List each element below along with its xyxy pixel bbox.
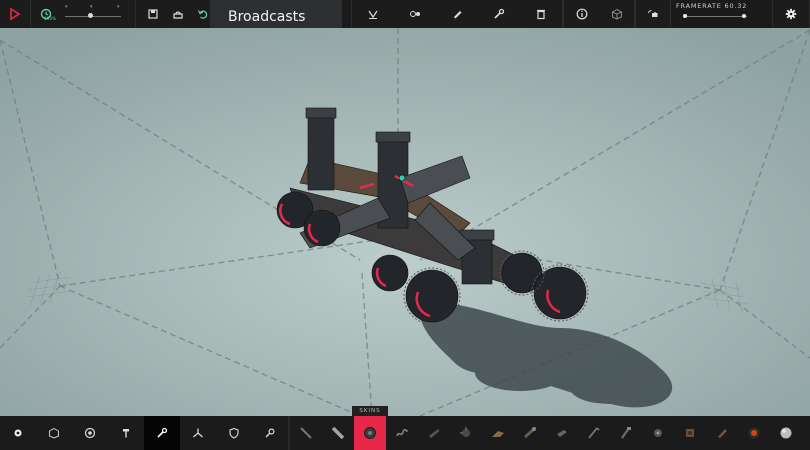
- wrench-tool-icon: [157, 427, 168, 438]
- trash-icon: [537, 9, 545, 20]
- slider-tick: ▾: [90, 4, 93, 10]
- cube-view-button[interactable]: [606, 0, 628, 28]
- simulation-speed-segment: ▾ ▾ ▾: [31, 0, 136, 28]
- block-spring[interactable]: [386, 416, 418, 450]
- wrench-button[interactable]: [488, 0, 510, 28]
- cube-tool-icon: [49, 427, 59, 439]
- slider-track: [65, 16, 121, 17]
- undo-icon: [198, 10, 208, 19]
- save-button[interactable]: [142, 0, 164, 28]
- sim-speed-label: 100%: [44, 16, 57, 21]
- hammer-tool-button[interactable]: [108, 416, 144, 450]
- wheel-block-icon: [364, 427, 376, 439]
- key-tool-icon: [265, 428, 275, 438]
- load-icon: [173, 11, 183, 19]
- block-grabber[interactable]: [450, 416, 482, 450]
- broadcast-label: Broadcasts: [228, 9, 306, 25]
- flamethrower-block-icon: [621, 427, 631, 439]
- block-flamethrower[interactable]: [610, 416, 642, 450]
- block-sphere[interactable]: [770, 416, 802, 450]
- block-cannon[interactable]: [418, 416, 450, 450]
- rod-block-icon: [300, 427, 312, 439]
- axes-tool-icon: [193, 428, 203, 438]
- target-tool-icon: [84, 427, 96, 439]
- cannon-block-icon: [429, 429, 440, 438]
- framerate-slider-track[interactable]: [683, 16, 747, 17]
- ball-block-icon: [748, 427, 760, 439]
- key-tool-button[interactable]: [252, 416, 288, 450]
- block-crossbow[interactable]: [482, 416, 514, 450]
- block-wheel[interactable]: [354, 416, 386, 450]
- shield-tool-button[interactable]: [216, 416, 252, 450]
- block-winch[interactable]: [674, 416, 706, 450]
- camera-button[interactable]: [642, 0, 664, 28]
- target-tool-button[interactable]: [72, 416, 108, 450]
- cube-tool-button[interactable]: [36, 416, 72, 450]
- saw-block-icon: [588, 427, 600, 439]
- mirror-icon: [368, 10, 378, 19]
- spring-block-icon: [396, 428, 408, 437]
- block-piston[interactable]: [322, 416, 354, 450]
- camera-segment: [635, 0, 671, 28]
- time-scale-button[interactable]: [35, 0, 57, 28]
- framerate-slider-knob[interactable]: [741, 14, 746, 18]
- file-segment: [136, 0, 221, 28]
- paint-icon: [454, 11, 462, 19]
- hammer-tool-icon: [123, 429, 129, 438]
- slider-tick: ▾: [65, 4, 68, 10]
- settings-segment: [772, 0, 810, 28]
- drill-block-icon: [557, 430, 567, 437]
- build-viewport[interactable]: [0, 28, 810, 417]
- axes-tool-button[interactable]: [180, 416, 216, 450]
- play-button[interactable]: [4, 0, 26, 28]
- mirror-button[interactable]: [362, 0, 384, 28]
- settings-button[interactable]: [780, 0, 802, 28]
- skins-label: SKINS: [352, 406, 388, 416]
- camera-icon: [648, 9, 658, 17]
- load-button[interactable]: [167, 0, 189, 28]
- cube-icon: [611, 8, 622, 20]
- trash-button[interactable]: [530, 0, 552, 28]
- viewport-scene: [0, 28, 810, 417]
- info-button[interactable]: [571, 0, 593, 28]
- grabber-block-icon: [460, 427, 470, 437]
- info-icon: [576, 8, 587, 20]
- center-icon: [410, 11, 420, 17]
- save-icon: [148, 9, 158, 19]
- block-bomb[interactable]: [514, 416, 546, 450]
- settings-icon: [785, 8, 797, 20]
- bottom-toolbar: [0, 416, 810, 450]
- winch-block-icon: [686, 429, 694, 437]
- time-scale-slider[interactable]: ▾ ▾ ▾: [63, 0, 123, 28]
- framerate-label: FRAMERATE: [676, 2, 722, 10]
- block-ball[interactable]: [738, 416, 770, 450]
- block-boulder[interactable]: [706, 416, 738, 450]
- wrench-icon: [494, 8, 505, 19]
- block-drill[interactable]: [546, 416, 578, 450]
- bomb-block-icon: [524, 427, 536, 439]
- block-pin[interactable]: [642, 416, 674, 450]
- block-rod[interactable]: [290, 416, 322, 450]
- framerate-slider-min-knob[interactable]: [683, 14, 687, 18]
- view-segment: [563, 0, 635, 28]
- gear-tool-button[interactable]: [0, 416, 36, 450]
- framerate-readout: FRAMERATE 60.32: [676, 2, 747, 10]
- edit-tools-segment: [351, 0, 563, 28]
- boulder-block-icon: [718, 429, 727, 438]
- block-saw[interactable]: [578, 416, 610, 450]
- sphere-block-icon: [780, 427, 792, 439]
- play-segment: [0, 0, 31, 28]
- gear-tool-icon: [14, 429, 22, 437]
- slider-tick: ▾: [117, 4, 120, 10]
- crossbow-block-icon: [492, 431, 504, 437]
- wrench-tool-button[interactable]: [144, 416, 180, 450]
- piston-block-icon: [331, 426, 345, 440]
- center-button[interactable]: [404, 0, 426, 28]
- paint-button[interactable]: [446, 0, 468, 28]
- framerate-value: 60.32: [724, 2, 748, 10]
- slider-knob[interactable]: [88, 13, 94, 18]
- shield-tool-icon: [229, 427, 239, 439]
- pin-block-icon: [654, 429, 662, 437]
- play-icon: [10, 8, 21, 20]
